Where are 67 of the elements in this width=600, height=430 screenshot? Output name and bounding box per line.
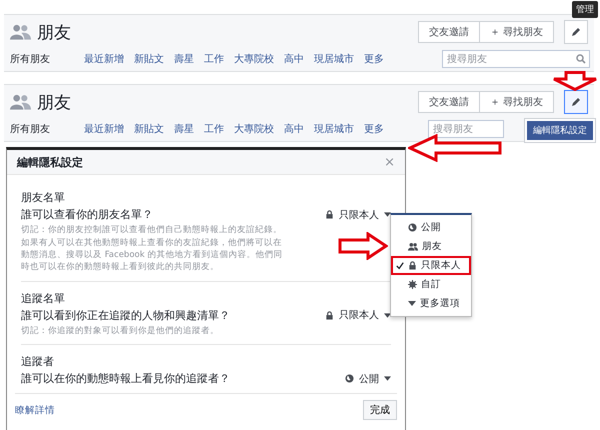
- audience-option[interactable]: 公開: [391, 218, 471, 237]
- nav-tab[interactable]: 工作: [199, 122, 229, 136]
- nav-tab[interactable]: 壽星: [169, 122, 199, 136]
- nav-tab[interactable]: 新貼文: [129, 52, 169, 66]
- nav-tab[interactable]: 最近新增: [79, 122, 129, 136]
- nav-tab[interactable]: 所有朋友: [10, 52, 55, 66]
- pencil-icon: [571, 27, 581, 37]
- section-heading: 朋友名單: [21, 190, 66, 206]
- note-text: 切記：你追蹤的對象可以看到你是他們的追蹤者。: [21, 324, 220, 337]
- menu-item[interactable]: 編輯隱私設定: [527, 121, 593, 140]
- caret-icon: [384, 312, 391, 318]
- nav-tab[interactable]: 壽星: [169, 52, 199, 66]
- pencil-icon: [571, 97, 581, 107]
- dialog-title: 編輯隱私設定: [17, 154, 83, 170]
- nav-tab[interactable]: 現居城市: [309, 52, 359, 66]
- arrow-icon: [338, 232, 388, 260]
- nav-tab[interactable]: 大專院校: [229, 122, 279, 136]
- header-button[interactable]: 交友邀請: [418, 91, 480, 113]
- check-icon: [396, 262, 404, 270]
- section-heading: 追蹤名單: [21, 290, 66, 306]
- lock-icon: [408, 261, 417, 270]
- nav-tab[interactable]: 高中: [279, 52, 309, 66]
- people-icon: [10, 24, 31, 40]
- audience-option[interactable]: 只限本人: [391, 256, 471, 275]
- audience-dropdown[interactable]: 只限本人: [325, 308, 391, 322]
- header-button[interactable]: 交友邀請: [418, 21, 480, 43]
- tooltip: 管理: [572, 1, 598, 18]
- caret-icon: [384, 376, 391, 381]
- audience-option[interactable]: 朋友: [391, 237, 471, 256]
- search-field[interactable]: 搜尋朋友: [442, 50, 590, 68]
- nav-tab[interactable]: 更多: [359, 122, 389, 136]
- audience-option[interactable]: 自訂: [391, 275, 471, 294]
- gear-icon: [408, 280, 417, 289]
- edit-button[interactable]: [564, 90, 588, 114]
- globe-icon: [408, 223, 417, 232]
- question-text: 誰可以看到你正在追蹤的人物和興趣清單？: [21, 308, 230, 323]
- done-button[interactable]: 完成: [363, 400, 397, 420]
- nav-tab[interactable]: 現居城市: [309, 122, 359, 136]
- nav-tab[interactable]: 最近新增: [79, 52, 129, 66]
- nav-tab[interactable]: 大專院校: [229, 52, 279, 66]
- people-icon: [408, 242, 418, 251]
- header-button[interactable]: ＋ 尋找朋友: [480, 91, 554, 113]
- header-button[interactable]: ＋ 尋找朋友: [480, 21, 554, 43]
- question-text: 誰可以查看你的朋友名單？: [21, 207, 153, 222]
- learn-more-link[interactable]: 瞭解詳情: [15, 404, 55, 416]
- people-icon: [10, 94, 31, 110]
- caret-icon: [408, 301, 416, 306]
- page-title: 朋友: [37, 22, 71, 44]
- audience-option[interactable]: 更多選項: [391, 294, 471, 313]
- globe-icon: [345, 374, 354, 383]
- note-text: 切記：你的朋友控制誰可以查看他們自己動態時報上的友誼紀錄。如果有人可以在其他動態時報上查看你的友誼紀錄，他們將可以在動態消息、搜尋以及 Facebook 的其他地方看到這個內容。他們同時也可以在你的動態時報上看到彼此的共同朋友。: [21, 224, 283, 274]
- nav-tab[interactable]: 新貼文: [129, 122, 169, 136]
- caret-icon: [384, 212, 391, 218]
- nav-tab[interactable]: 高中: [279, 122, 309, 136]
- nav-tab[interactable]: 工作: [199, 52, 229, 66]
- nav-tab[interactable]: 所有朋友: [10, 122, 55, 136]
- section-heading: 追蹤者: [21, 354, 55, 369]
- lock-icon: [325, 310, 334, 320]
- audience-dropdown[interactable]: 公開: [345, 372, 391, 386]
- edit-button[interactable]: [564, 20, 588, 44]
- audience-dropdown[interactable]: 只限本人: [325, 208, 391, 222]
- page-title: 朋友: [37, 92, 71, 114]
- nav-tab[interactable]: 更多: [359, 52, 389, 66]
- lock-icon: [325, 210, 334, 220]
- question-text: 誰可以在你的動態時報上看見你的追蹤者？: [21, 371, 230, 386]
- search-icon[interactable]: [576, 54, 586, 64]
- search-field[interactable]: 搜尋朋友: [428, 120, 504, 138]
